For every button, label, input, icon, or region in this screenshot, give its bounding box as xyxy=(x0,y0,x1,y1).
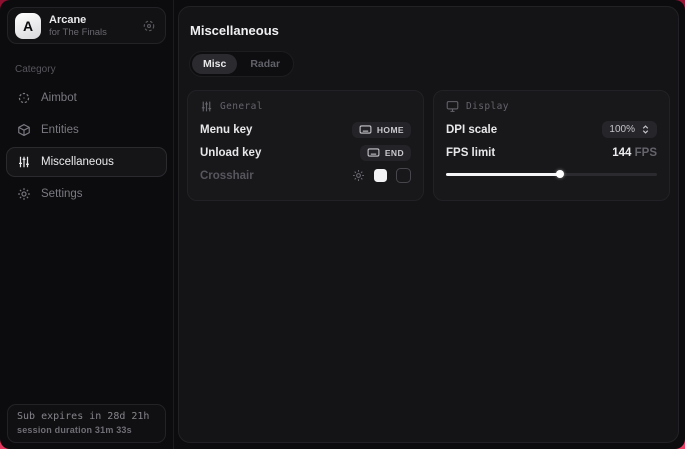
app-title: Arcane xyxy=(49,14,134,26)
unload-key-bind-button[interactable]: END xyxy=(360,145,411,161)
menu-key-row: Menu key HOME xyxy=(200,118,411,141)
app-logo: A xyxy=(15,13,41,39)
dpi-scale-label: DPI scale xyxy=(446,124,497,136)
keyboard-icon xyxy=(367,148,380,157)
fps-limit-row: FPS limit 144 FPS xyxy=(446,141,657,164)
fps-limit-readout: 144 FPS xyxy=(612,147,657,159)
dpi-scale-select[interactable]: 100% xyxy=(602,121,657,138)
miscellaneous-panel: Miscellaneous Misc Radar Gene xyxy=(178,6,679,443)
fps-slider-fill xyxy=(446,173,560,176)
fps-limit-value: 144 xyxy=(612,147,631,159)
crosshair-row: Crosshair xyxy=(200,164,411,187)
crosshair-label: Crosshair xyxy=(200,170,254,182)
dpi-scale-row: DPI scale 100% xyxy=(446,118,657,141)
display-card-header: Display xyxy=(446,100,657,113)
sliders-icon xyxy=(17,155,31,169)
gear-icon xyxy=(17,187,31,201)
app-subtitle: for The Finals xyxy=(49,27,134,38)
display-card: Display DPI scale 100% xyxy=(433,90,670,201)
tab-misc[interactable]: Misc xyxy=(192,54,237,74)
sidebar-item-entities[interactable]: Entities xyxy=(6,115,167,145)
monitor-icon xyxy=(446,100,459,113)
sidebar-item-label: Entities xyxy=(41,124,79,136)
general-card-title: General xyxy=(220,101,263,112)
sidebar-item-label: Miscellaneous xyxy=(41,156,114,168)
fps-limit-slider[interactable] xyxy=(446,169,657,179)
crosshair-icon xyxy=(17,91,31,105)
menu-key-bind-button[interactable]: HOME xyxy=(352,122,411,138)
fps-limit-label: FPS limit xyxy=(446,147,495,159)
main-area: Miscellaneous Misc Radar Gene xyxy=(174,0,685,449)
unload-key-label: Unload key xyxy=(200,147,261,159)
crosshair-checkbox[interactable] xyxy=(396,168,411,183)
sidebar-item-aimbot[interactable]: Aimbot xyxy=(6,83,167,113)
sidebar-item-settings[interactable]: Settings xyxy=(6,179,167,209)
sidebar-nav: Aimbot Entities Miscel xyxy=(0,83,173,209)
chevrons-updown-icon xyxy=(641,124,650,135)
dpi-scale-value: 100% xyxy=(609,124,635,135)
sidebar-item-miscellaneous[interactable]: Miscellaneous xyxy=(6,147,167,177)
unload-key-row: Unload key END xyxy=(200,141,411,164)
sidebar-item-label: Settings xyxy=(41,188,83,200)
sync-icon[interactable] xyxy=(142,19,156,33)
sidebar-item-label: Aimbot xyxy=(41,92,77,104)
tab-bar: Misc Radar xyxy=(189,51,294,77)
crosshair-color-swatch[interactable] xyxy=(374,169,387,182)
brand-text: Arcane for The Finals xyxy=(49,14,134,38)
brand-card: A Arcane for The Finals xyxy=(7,7,166,44)
app-window: A Arcane for The Finals Category xyxy=(0,0,685,449)
cube-icon xyxy=(17,123,31,137)
menu-key-label: Menu key xyxy=(200,124,252,136)
page-title: Miscellaneous xyxy=(190,23,670,38)
fps-slider-thumb[interactable] xyxy=(556,170,564,178)
sidebar: A Arcane for The Finals Category xyxy=(0,0,174,449)
general-card: General Menu key HOME xyxy=(187,90,424,201)
fps-limit-unit: FPS xyxy=(635,147,657,159)
menu-key-value: HOME xyxy=(377,125,404,135)
sliders-icon xyxy=(200,100,213,113)
cards-row: General Menu key HOME xyxy=(187,90,670,201)
general-card-header: General xyxy=(200,100,411,113)
crosshair-settings-gear-icon[interactable] xyxy=(352,169,365,182)
subscription-status-box: Sub expires in 28d 21h session duration … xyxy=(7,404,166,443)
crosshair-controls xyxy=(352,168,411,183)
category-label: Category xyxy=(15,64,173,75)
unload-key-value: END xyxy=(385,148,404,158)
display-card-title: Display xyxy=(466,101,509,112)
sub-expiry-text: Sub expires in 28d 21h xyxy=(17,411,156,422)
session-duration-text: session duration 31m 33s xyxy=(17,425,156,435)
keyboard-icon xyxy=(359,125,372,134)
tab-radar[interactable]: Radar xyxy=(239,54,291,74)
